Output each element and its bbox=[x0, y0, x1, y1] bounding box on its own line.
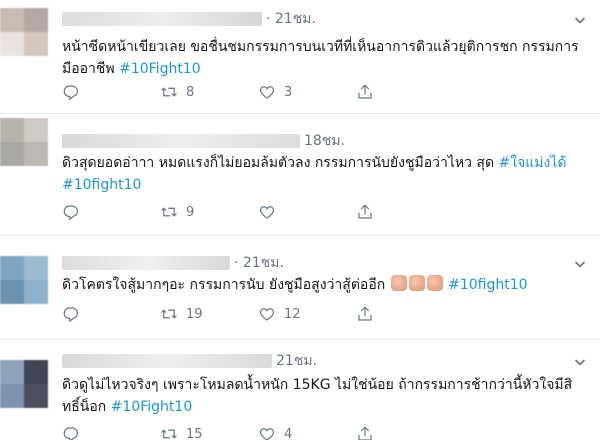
user-name-redacted[interactable] bbox=[62, 354, 272, 368]
like-button[interactable]: 3 bbox=[258, 83, 356, 101]
retweet-icon bbox=[161, 87, 177, 97]
reply-button[interactable] bbox=[62, 425, 160, 440]
reply-icon bbox=[63, 85, 78, 101]
share-icon bbox=[358, 426, 372, 440]
tweet-time[interactable]: · 21ชม. bbox=[234, 252, 284, 274]
hashtag-link[interactable]: #10fight10 bbox=[62, 177, 141, 193]
user-name-redacted[interactable] bbox=[62, 12, 262, 26]
share-button[interactable] bbox=[356, 425, 454, 440]
share-button[interactable] bbox=[356, 203, 454, 221]
reply-icon bbox=[63, 427, 78, 440]
retweet-icon bbox=[161, 207, 177, 217]
heart-icon bbox=[259, 206, 275, 219]
heart-icon bbox=[259, 428, 275, 440]
chevron-down-icon[interactable] bbox=[574, 258, 586, 270]
reply-icon bbox=[63, 205, 78, 221]
avatar[interactable] bbox=[0, 118, 48, 166]
hashtag-link[interactable]: #10Fight10 bbox=[119, 61, 201, 77]
tweet-text: ดิวดูไม่ไหวจริงๆ เพราะโหมลดน้ำหนัก 15KG … bbox=[62, 377, 573, 415]
tweet[interactable]: 21ชม. ดิวดูไม่ไหวจริงๆ เพราะโหมลดน้ำหนัก… bbox=[0, 340, 600, 440]
hashtag-link[interactable]: #10fight10 bbox=[448, 277, 527, 293]
avatar[interactable] bbox=[0, 360, 48, 408]
user-name-redacted[interactable] bbox=[62, 256, 230, 270]
tweet-time[interactable]: 21ชม. bbox=[276, 350, 317, 372]
chevron-down-icon[interactable] bbox=[574, 356, 586, 368]
share-button[interactable] bbox=[356, 305, 454, 323]
reply-button[interactable] bbox=[62, 305, 160, 323]
clapping-hands-emoji bbox=[426, 275, 443, 291]
avatar[interactable] bbox=[0, 256, 48, 304]
share-icon bbox=[358, 84, 372, 99]
retweet-button[interactable]: 15 bbox=[160, 425, 258, 440]
retweet-button[interactable]: 19 bbox=[160, 305, 258, 323]
reply-button[interactable] bbox=[62, 83, 160, 101]
hashtag-link[interactable]: #ใจแม่งได้ bbox=[499, 155, 567, 171]
tweet-text: ดิวสุดยอดอ่าาา หมดแรงก็ไม่ยอมล้มตัวลง กร… bbox=[62, 155, 567, 193]
reply-icon bbox=[63, 307, 78, 323]
tweet-time[interactable]: 18ชม. bbox=[304, 130, 345, 152]
avatar[interactable] bbox=[0, 8, 48, 56]
user-name-redacted[interactable] bbox=[62, 134, 300, 148]
share-button[interactable] bbox=[356, 83, 454, 101]
retweet-icon bbox=[161, 309, 177, 319]
share-icon bbox=[358, 306, 372, 321]
retweet-button[interactable]: 8 bbox=[160, 83, 258, 101]
heart-icon bbox=[259, 86, 275, 99]
tweet[interactable]: · 21ชม. หน้าซีดหน้าเขียวเลย ขอชื่นชมกรรม… bbox=[0, 0, 600, 114]
tweet[interactable]: 18ชม. ดิวสุดยอดอ่าาา หมดแรงก็ไม่ยอมล้มตั… bbox=[0, 114, 600, 236]
tweet-text: หน้าซีดหน้าเขียวเลย ขอชื่นชมกรรมการบนเวท… bbox=[62, 39, 579, 77]
retweet-button[interactable]: 9 bbox=[160, 203, 258, 221]
tweet[interactable]: · 21ชม. ดิวโคตรใจสู้มากๆอะ กรรมการนับ ยั… bbox=[0, 236, 600, 340]
clapping-hands-emoji bbox=[390, 275, 407, 291]
like-button[interactable] bbox=[258, 203, 356, 221]
heart-icon bbox=[259, 308, 275, 321]
share-icon bbox=[358, 204, 372, 219]
tweet-text: ดิวโคตรใจสู้มากๆอะ กรรมการนับ ยังชูมือสู… bbox=[62, 275, 528, 293]
chevron-down-icon[interactable] bbox=[574, 14, 586, 26]
hashtag-link[interactable]: #10Fight10 bbox=[111, 399, 193, 415]
clapping-hands-emoji bbox=[408, 275, 425, 291]
like-button[interactable]: 12 bbox=[258, 305, 356, 323]
retweet-icon bbox=[161, 429, 177, 439]
reply-button[interactable] bbox=[62, 203, 160, 221]
like-button[interactable]: 4 bbox=[258, 425, 356, 440]
tweet-time[interactable]: · 21ชม. bbox=[266, 8, 316, 30]
